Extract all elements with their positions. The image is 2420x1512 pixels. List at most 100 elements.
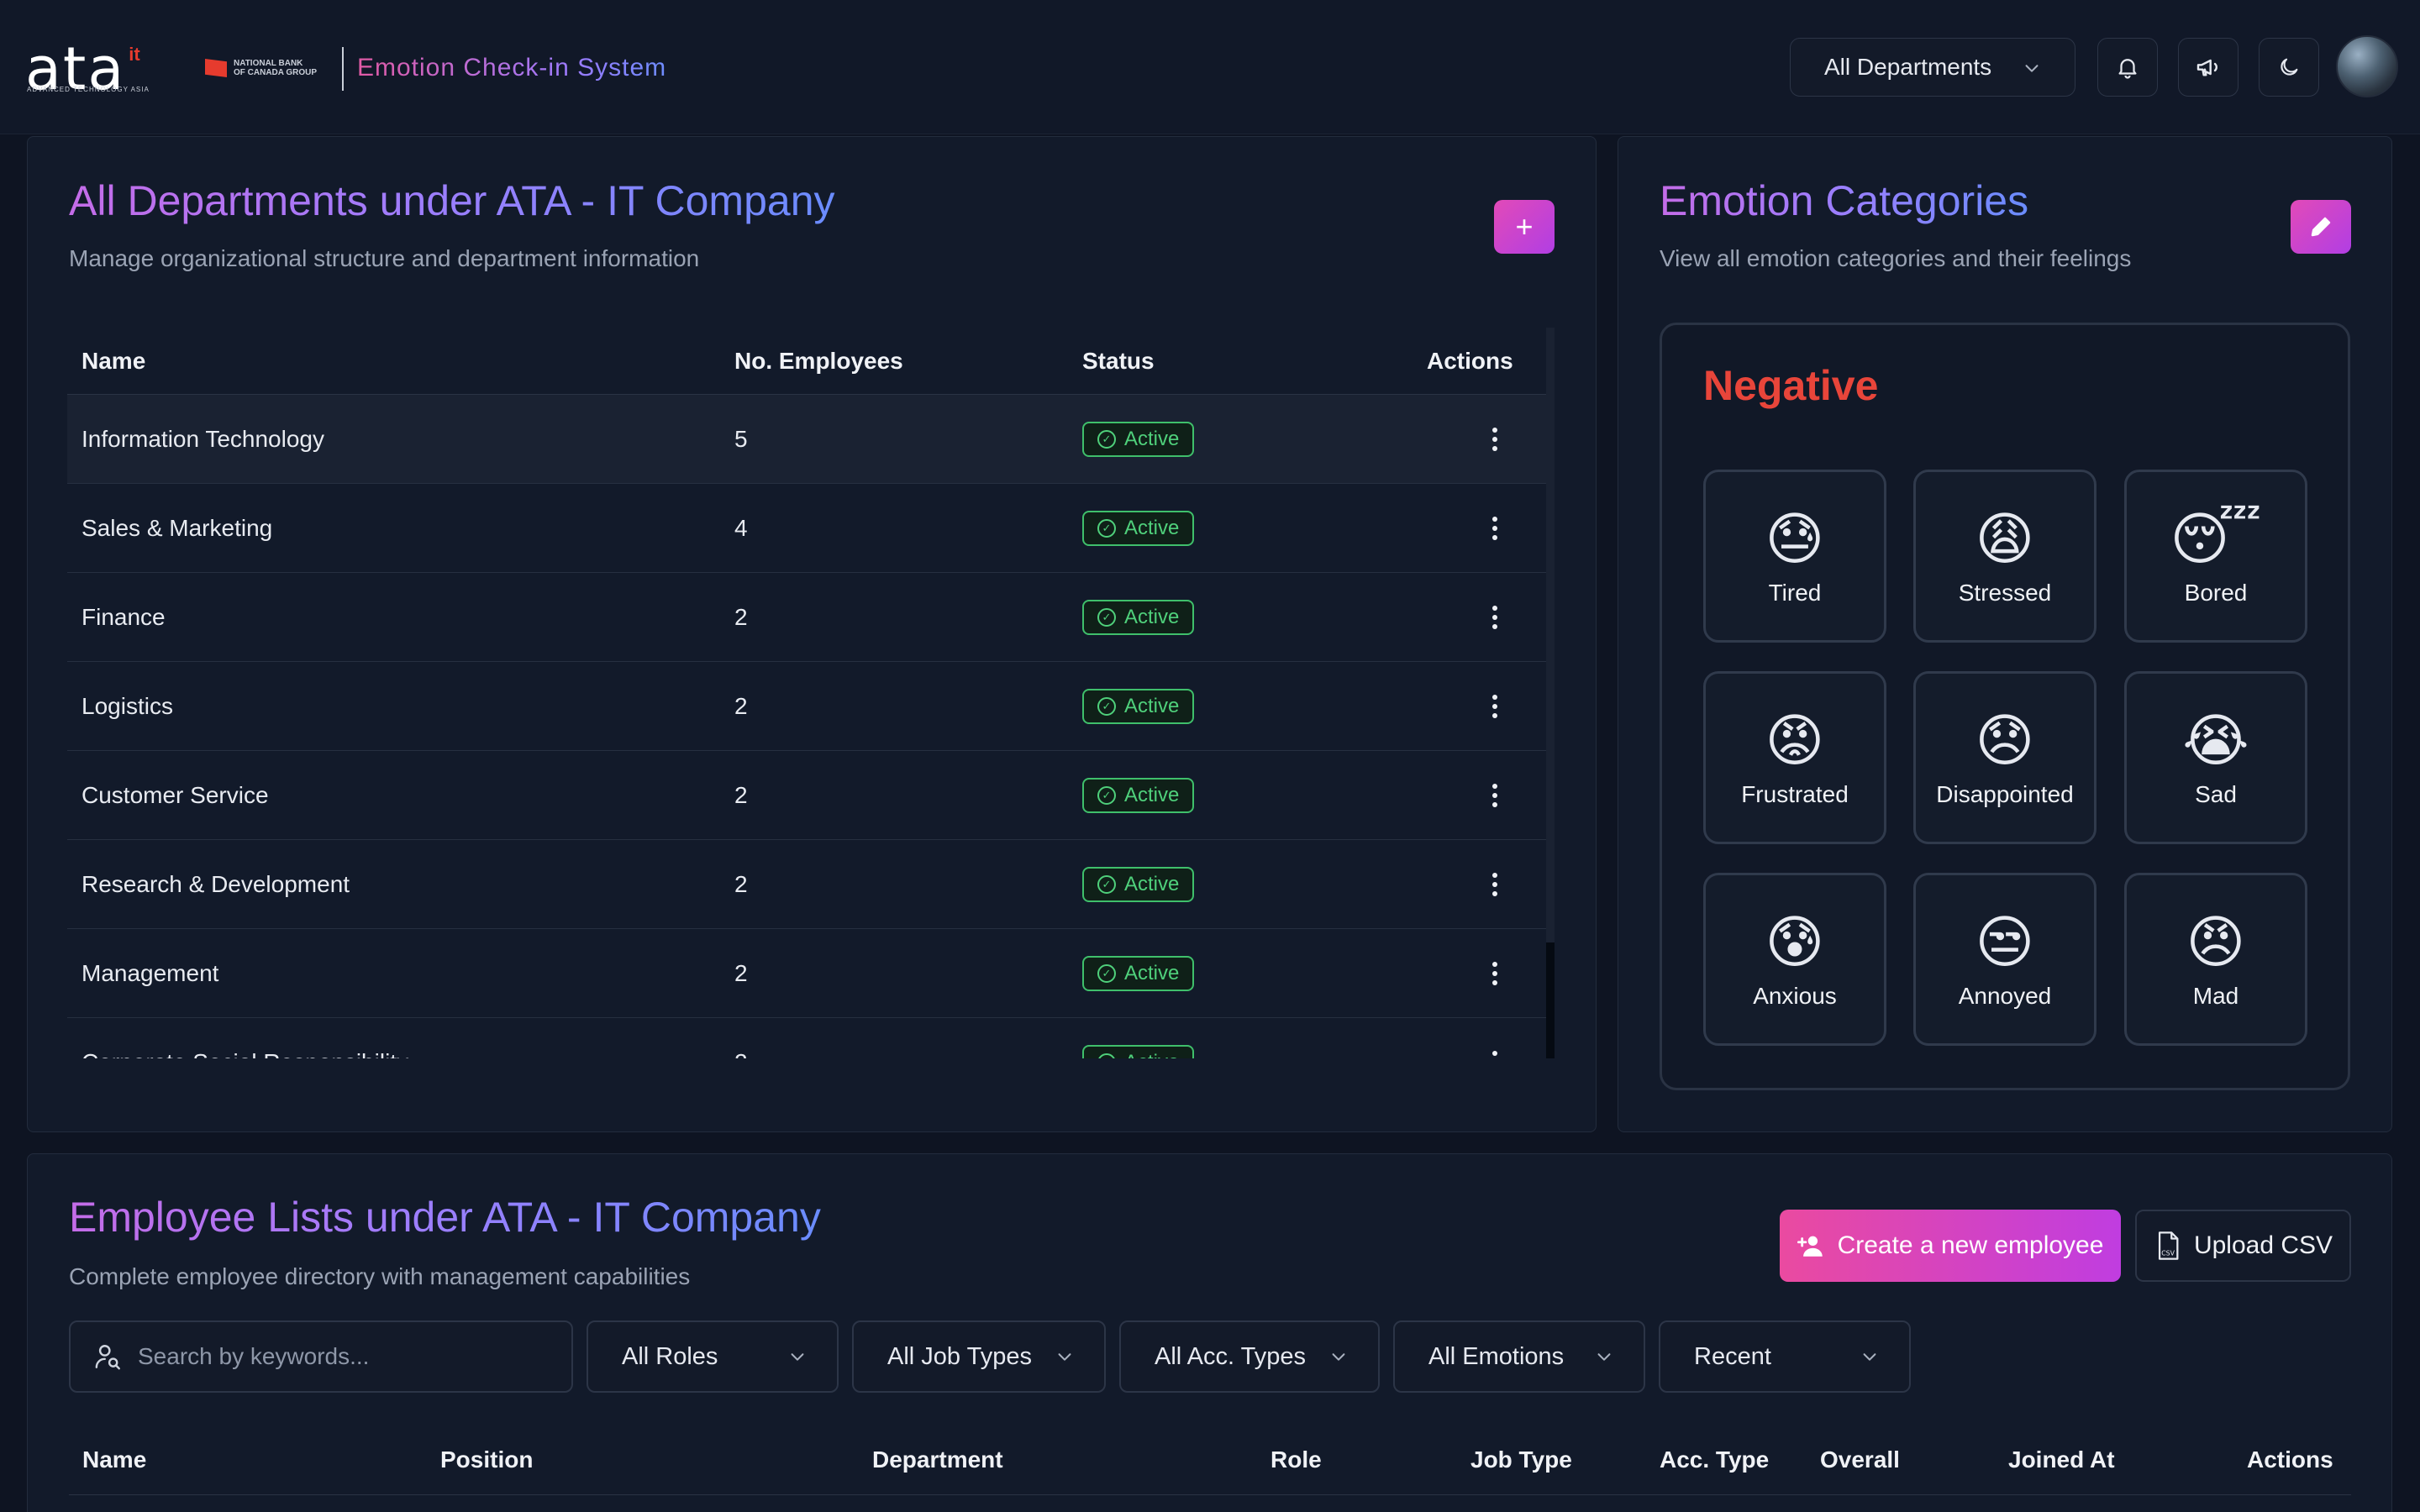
- column-header-employees[interactable]: No. Employees: [734, 348, 1082, 375]
- departments-table-body[interactable]: Information Technology 5 ✓ Active Sales &…: [67, 395, 1546, 1058]
- emotion-label: Anxious: [1753, 983, 1837, 1009]
- departments-subtitle: Manage organizational structure and depa…: [69, 245, 700, 271]
- edit-emotions-button[interactable]: [2291, 200, 2351, 254]
- megaphone-icon: [2196, 59, 2217, 76]
- emotion-card-annoyed[interactable]: 😒 Annoyed: [1913, 873, 2096, 1046]
- check-circle-icon: ✓: [1097, 963, 1116, 983]
- top-header: ata it ADVANCED TECHNOLOGY ASIA NATIONAL…: [0, 0, 2420, 134]
- emotion-card-stressed[interactable]: 😩 Stressed: [1913, 470, 2096, 643]
- more-options-icon[interactable]: [1492, 961, 1497, 985]
- flag-icon: [205, 59, 227, 77]
- create-employee-label: Create a new employee: [1837, 1231, 2104, 1259]
- column-header-actions: Actions: [2247, 1446, 2333, 1473]
- departments-title: All Departments under ATA - IT Company: [69, 177, 835, 224]
- table-row[interactable]: Management 2 ✓ Active: [67, 929, 1546, 1018]
- status-badge: ✓Active: [1082, 955, 1195, 991]
- employee-count: 5: [734, 425, 748, 452]
- departments-table: Name No. Employees Status Actions Inform…: [67, 328, 1546, 1058]
- table-row[interactable]: Information Technology 5 ✓ Active: [67, 395, 1546, 484]
- status-badge: ✓Active: [1082, 421, 1195, 457]
- job-types-filter[interactable]: All Job Types: [852, 1320, 1106, 1393]
- plus-icon: +: [1515, 209, 1534, 244]
- moon-icon: [2281, 58, 2298, 76]
- frustrated-emoji-icon: 😡: [1765, 709, 1825, 773]
- table-row[interactable]: Finance 2 ✓ Active: [67, 573, 1546, 662]
- emotion-label: Frustrated: [1741, 781, 1849, 807]
- emotion-card-disappointed[interactable]: 😞 Disappointed: [1913, 671, 2096, 844]
- account-types-filter-value: All Acc. Types: [1155, 1342, 1306, 1370]
- column-header-overall[interactable]: Overall: [1820, 1446, 1900, 1473]
- table-header: Name No. Employees Status Actions: [67, 328, 1546, 395]
- bell-icon: [2118, 59, 2137, 79]
- employee-count: 2: [734, 781, 748, 808]
- account-types-filter[interactable]: All Acc. Types: [1119, 1320, 1380, 1393]
- emotions-filter[interactable]: All Emotions: [1393, 1320, 1645, 1393]
- table-row[interactable]: Logistics 2 ✓ Active: [67, 662, 1546, 751]
- table-scrollbar-thumb[interactable]: [1546, 942, 1555, 1058]
- emotion-card-sad[interactable]: 😭 Sad: [2124, 671, 2307, 844]
- column-header-department[interactable]: Department: [872, 1446, 1003, 1473]
- table-row[interactable]: Sales & Marketing 4 ✓ Active: [67, 484, 1546, 573]
- chevron-down-icon: [1332, 1353, 1345, 1361]
- column-header-job-type[interactable]: Job Type: [1470, 1446, 1572, 1473]
- partner-logo: NATIONAL BANK OF CANADA GROUP: [205, 59, 317, 77]
- column-header-name[interactable]: Name: [82, 1446, 146, 1473]
- table-row[interactable]: Research & Development 2 ✓ Active: [67, 840, 1546, 929]
- employee-count: 2: [734, 692, 748, 719]
- emotion-label: Stressed: [1958, 580, 2052, 606]
- svg-text:CSV: CSV: [2161, 1249, 2175, 1257]
- annoyed-emoji-icon: 😒: [1975, 911, 2035, 974]
- sad-emoji-icon: 😭: [2182, 709, 2249, 773]
- department-name: Management: [82, 959, 219, 986]
- upload-csv-label: Upload CSV: [2193, 1231, 2333, 1259]
- emotion-card-anxious[interactable]: 😰 Anxious: [1703, 873, 1886, 1046]
- employee-count: 2: [734, 603, 748, 630]
- header-divider: [342, 47, 344, 91]
- table-row[interactable]: Customer Service 2 ✓ Active: [67, 751, 1546, 840]
- emotion-label: Tired: [1768, 580, 1822, 606]
- disappointed-emoji-icon: 😞: [1975, 709, 2035, 773]
- notifications-button[interactable]: [2097, 38, 2158, 97]
- announcements-button[interactable]: [2178, 38, 2238, 97]
- emotion-card-mad[interactable]: 😠 Mad: [2124, 873, 2307, 1046]
- more-options-icon[interactable]: [1492, 872, 1497, 896]
- employee-count: 2: [734, 1049, 1082, 1059]
- department-select-value: All Departments: [1824, 54, 1992, 80]
- sort-filter-value: Recent: [1694, 1342, 1771, 1370]
- chevron-down-icon: [2025, 65, 2039, 72]
- emotion-card-frustrated[interactable]: 😡 Frustrated: [1703, 671, 1886, 844]
- employee-table-header: Name Position Department Role Job Type A…: [69, 1428, 2351, 1495]
- sort-filter[interactable]: Recent: [1659, 1320, 1911, 1393]
- more-options-icon[interactable]: [1492, 694, 1497, 718]
- roles-filter[interactable]: All Roles: [587, 1320, 839, 1393]
- emotion-categories-title: Emotion Categories: [1660, 177, 2029, 224]
- more-options-icon[interactable]: [1492, 427, 1497, 451]
- table-row[interactable]: Corporate Social Responsibility 2 ✓Activ…: [67, 1018, 1546, 1058]
- theme-toggle-button[interactable]: [2259, 38, 2319, 97]
- create-employee-button[interactable]: Create a new employee: [1780, 1210, 2121, 1282]
- department-name: Research & Development: [82, 870, 350, 897]
- emotion-card-tired[interactable]: 😓 Tired: [1703, 470, 1886, 643]
- more-options-icon[interactable]: [1492, 1050, 1497, 1059]
- more-options-icon[interactable]: [1492, 516, 1497, 540]
- upload-csv-button[interactable]: CSV Upload CSV: [2135, 1210, 2351, 1282]
- emotion-label: Annoyed: [1958, 983, 2052, 1009]
- user-avatar[interactable]: [2336, 35, 2398, 97]
- employee-search-field[interactable]: [69, 1320, 573, 1393]
- status-badge: ✓Active: [1082, 1044, 1195, 1058]
- column-header-name[interactable]: Name: [67, 348, 734, 375]
- department-select[interactable]: All Departments: [1790, 38, 2075, 97]
- add-department-button[interactable]: +: [1494, 200, 1555, 254]
- search-input[interactable]: [138, 1343, 558, 1370]
- column-header-position[interactable]: Position: [440, 1446, 533, 1473]
- emotions-filter-value: All Emotions: [1428, 1342, 1565, 1370]
- chevron-down-icon: [1058, 1353, 1071, 1361]
- column-header-status[interactable]: Status: [1082, 348, 1390, 375]
- column-header-joined-at[interactable]: Joined At: [2008, 1446, 2115, 1473]
- emotion-card-bored[interactable]: 😴 Bored: [2124, 470, 2307, 643]
- column-header-account-type[interactable]: Acc. Type: [1660, 1446, 1769, 1473]
- column-header-role[interactable]: Role: [1270, 1446, 1322, 1473]
- department-name: Customer Service: [82, 781, 269, 808]
- more-options-icon[interactable]: [1492, 783, 1497, 807]
- more-options-icon[interactable]: [1492, 605, 1497, 629]
